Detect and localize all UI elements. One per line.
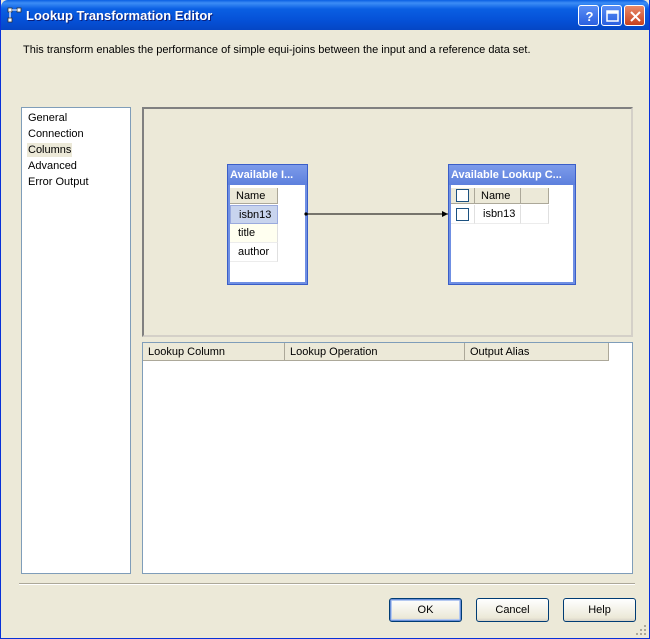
lookup-column-header[interactable]: Lookup Column [143,343,285,361]
maximize-button[interactable] [601,5,622,26]
cancel-button[interactable]: Cancel [476,598,549,622]
output-alias-header[interactable]: Output Alias [465,343,609,361]
question-icon: ? [586,9,594,24]
title-bar[interactable]: Lookup Transformation Editor ? [1,0,649,30]
button-separator [19,583,635,585]
maximize-icon [606,10,619,22]
close-button[interactable] [624,5,645,26]
svg-text:?: ? [586,9,594,24]
column-mapping-designer[interactable]: Available I... Name isbn13 title author … [142,107,633,337]
nav-item-general[interactable]: General [27,111,68,125]
ok-button[interactable]: OK [389,598,462,622]
help-button[interactable]: Help [563,598,636,622]
window-title: Lookup Transformation Editor [26,8,213,23]
nav-item-columns[interactable]: Columns [27,143,73,157]
transform-icon [7,7,23,23]
nav-item-advanced[interactable]: Advanced [27,159,78,173]
help-title-button[interactable]: ? [578,5,599,26]
lookup-editor-window: Lookup Transformation Editor ? This tran… [0,0,650,639]
lookup-output-grid[interactable]: Lookup Column Lookup Operation Output Al… [142,342,633,574]
resize-grip-icon[interactable] [635,624,647,636]
lookup-operation-header[interactable]: Lookup Operation [285,343,465,361]
page-navigation-list: General Connection Columns Advanced Erro… [21,107,131,574]
column-join-link[interactable] [144,109,631,335]
nav-item-connection[interactable]: Connection [27,127,85,141]
nav-item-error-output[interactable]: Error Output [27,175,90,189]
description-text: This transform enables the performance o… [23,44,531,56]
close-icon [630,11,641,22]
